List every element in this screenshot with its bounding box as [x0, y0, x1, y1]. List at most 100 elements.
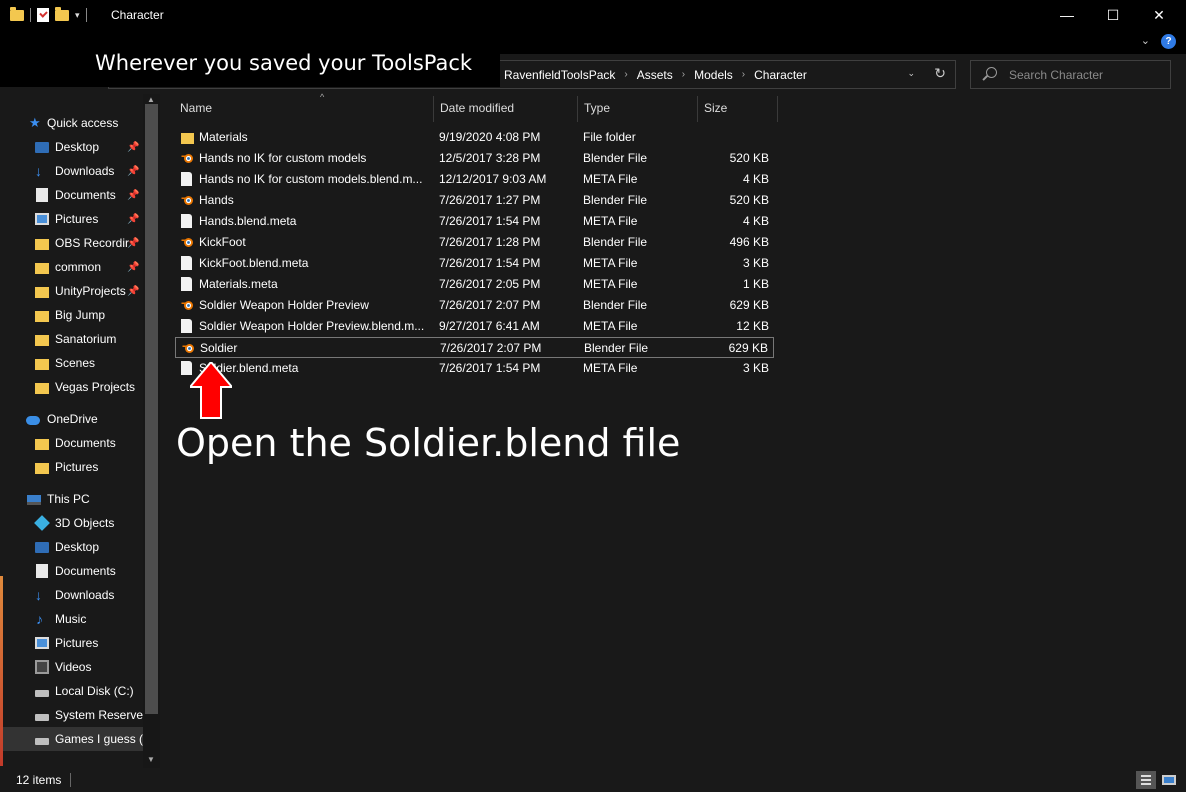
- close-button[interactable]: ✕: [1136, 0, 1182, 30]
- blender-icon: [182, 342, 195, 354]
- sidebar-item-sanatorium[interactable]: Sanatorium: [0, 327, 143, 351]
- sidebar-item-label: Desktop: [55, 540, 100, 554]
- help-icon[interactable]: ?: [1161, 34, 1176, 49]
- scroll-down-icon[interactable]: ▼: [147, 755, 155, 764]
- minimize-button[interactable]: —: [1044, 0, 1090, 30]
- file-size: 629 KB: [728, 341, 768, 355]
- large-icons-view-button[interactable]: [1159, 771, 1179, 789]
- sidebar-item-label: OBS Recordir: [55, 236, 130, 250]
- file-date-modified: 7/26/2017 1:54 PM: [439, 214, 541, 228]
- pin-icon: 📌: [127, 141, 140, 153]
- file-row[interactable]: Soldier 7/26/2017 2:07 PM Blender File 629 …: [175, 337, 774, 358]
- file-row[interactable]: Hands no IK for custom models.blend.m...…: [175, 169, 774, 190]
- file-row[interactable]: Soldier.blend.meta 7/26/2017 1:54 PM META …: [175, 358, 774, 379]
- expand-ribbon-icon[interactable]: ⌄: [1141, 34, 1150, 47]
- file-row[interactable]: Materials 9/19/2020 4:08 PM File folder: [175, 127, 774, 148]
- search-box[interactable]: [970, 60, 1171, 89]
- file-row[interactable]: Soldier Weapon Holder Preview 7/26/2017 2…: [175, 295, 774, 316]
- sidebar-item-onedrive-pictures[interactable]: Pictures: [0, 455, 143, 479]
- sidebar-item-documents[interactable]: Documents 📌: [0, 183, 143, 207]
- documents-icon: [36, 188, 48, 202]
- sidebar-item-3d-objects[interactable]: 3D Objects: [0, 511, 143, 535]
- breadcrumb-models[interactable]: Models: [694, 68, 733, 82]
- sidebar-item-downloads[interactable]: ↓ Downloads 📌: [0, 159, 143, 183]
- column-header-date-modified[interactable]: Date modified: [440, 94, 577, 122]
- sidebar-item-desktop[interactable]: Desktop 📌: [0, 135, 143, 159]
- sidebar-item-this-pc[interactable]: This PC: [0, 487, 143, 511]
- cube-icon: [34, 515, 50, 531]
- sidebar-item-big-jump[interactable]: Big Jump: [0, 303, 143, 327]
- search-icon: [986, 67, 997, 78]
- pictures-icon: [35, 637, 49, 649]
- sidebar-item-label: Quick access: [47, 116, 119, 130]
- column-header-name[interactable]: Name ^: [180, 92, 433, 122]
- sidebar-item-pc-documents[interactable]: Documents: [0, 559, 143, 583]
- file-row[interactable]: KickFoot.blend.meta 7/26/2017 1:54 PM META…: [175, 253, 774, 274]
- refresh-icon[interactable]: ↻: [934, 65, 946, 82]
- sidebar-item-pictures[interactable]: Pictures 📌: [0, 207, 143, 231]
- column-divider[interactable]: [777, 96, 778, 122]
- sidebar-item-system-reserved[interactable]: System Reservec: [0, 703, 143, 727]
- file-type: Blender File: [583, 193, 648, 207]
- sidebar-item-pc-desktop[interactable]: Desktop: [0, 535, 143, 559]
- column-divider[interactable]: [697, 96, 698, 122]
- scrollbar-thumb[interactable]: [145, 104, 158, 714]
- sidebar-item-pc-downloads[interactable]: ↓ Downloads: [0, 583, 143, 607]
- sidebar-item-onedrive-documents[interactable]: Documents: [0, 431, 143, 455]
- file-name: Materials.meta: [199, 277, 278, 291]
- scroll-up-icon[interactable]: ▲: [147, 95, 155, 104]
- file-row[interactable]: Materials.meta 7/26/2017 2:05 PM META File…: [175, 274, 774, 295]
- sidebar-item-label: Documents: [55, 436, 116, 450]
- column-header-size[interactable]: Size: [704, 94, 777, 122]
- sidebar-item-obs-recordings[interactable]: OBS Recordir 📌: [0, 231, 143, 255]
- breadcrumb-separator-icon[interactable]: ›: [742, 69, 745, 80]
- search-input[interactable]: [1009, 67, 1164, 83]
- file-row[interactable]: Hands no IK for custom models 12/5/2017 3…: [175, 148, 774, 169]
- sidebar-item-label: Sanatorium: [55, 332, 117, 346]
- sidebar-item-unityprojects[interactable]: UnityProjects 📌: [0, 279, 143, 303]
- sidebar-scrollbar[interactable]: ▲ ▼: [143, 94, 160, 768]
- customize-toolbar-icon[interactable]: ▾: [75, 10, 80, 21]
- sidebar-item-local-disk-c[interactable]: Local Disk (C:): [0, 679, 143, 703]
- breadcrumb-character[interactable]: Character: [754, 68, 807, 82]
- breadcrumb-separator-icon[interactable]: ›: [682, 69, 685, 80]
- column-divider[interactable]: [433, 96, 434, 122]
- file-row[interactable]: Soldier Weapon Holder Preview.blend.m...…: [175, 316, 774, 337]
- details-view-button[interactable]: [1136, 771, 1156, 789]
- title-bar: ▾ Character — ☐ ✕: [0, 0, 1186, 30]
- file-row[interactable]: Hands.blend.meta 7/26/2017 1:54 PM META Fi…: [175, 211, 774, 232]
- file-name: Soldier Weapon Holder Preview: [199, 298, 369, 312]
- file-size: 1 KB: [742, 277, 769, 291]
- sidebar-item-scenes[interactable]: Scenes: [0, 351, 143, 375]
- column-divider[interactable]: [577, 96, 578, 122]
- sidebar-item-music[interactable]: ♪ Music: [0, 607, 143, 631]
- sidebar-item-onedrive[interactable]: OneDrive: [0, 407, 143, 431]
- breadcrumb-assets[interactable]: Assets: [637, 68, 673, 82]
- blender-icon: [181, 299, 194, 311]
- maximize-icon: ☐: [1106, 6, 1120, 23]
- close-icon: ✕: [1153, 6, 1165, 23]
- sidebar-item-common[interactable]: common 📌: [0, 255, 143, 279]
- file-row[interactable]: Hands 7/26/2017 1:27 PM Blender File 520 KB: [175, 190, 774, 211]
- maximize-button[interactable]: ☐: [1090, 0, 1136, 30]
- sidebar-item-pc-pictures[interactable]: Pictures: [0, 631, 143, 655]
- sidebar-item-label: System Reservec: [55, 708, 143, 722]
- breadcrumb-ravenfieldtoolspack[interactable]: RavenfieldToolsPack: [504, 68, 615, 82]
- sidebar-item-games-drive[interactable]: Games I guess (E: [0, 727, 143, 751]
- column-header-type[interactable]: Type: [584, 94, 697, 122]
- sidebar-item-label: Desktop: [55, 140, 100, 154]
- sidebar-item-label: Big Jump: [55, 308, 106, 322]
- toolbar-separator: [30, 8, 31, 22]
- address-history-icon[interactable]: ⌄: [907, 68, 915, 79]
- folder-icon[interactable]: [10, 6, 24, 21]
- properties-icon[interactable]: [37, 8, 49, 22]
- file-row[interactable]: KickFoot 7/26/2017 1:28 PM Blender File 496…: [175, 232, 774, 253]
- breadcrumb-separator-icon[interactable]: ›: [624, 69, 627, 80]
- folder-icon: [35, 383, 49, 394]
- column-label: Type: [584, 101, 611, 115]
- sidebar-item-vegas-projects[interactable]: Vegas Projects: [0, 375, 143, 399]
- sidebar-item-videos[interactable]: Videos: [0, 655, 143, 679]
- pin-icon: 📌: [127, 189, 140, 201]
- sidebar-item-quick-access[interactable]: ★ Quick access: [0, 111, 143, 135]
- new-folder-icon[interactable]: [55, 6, 69, 21]
